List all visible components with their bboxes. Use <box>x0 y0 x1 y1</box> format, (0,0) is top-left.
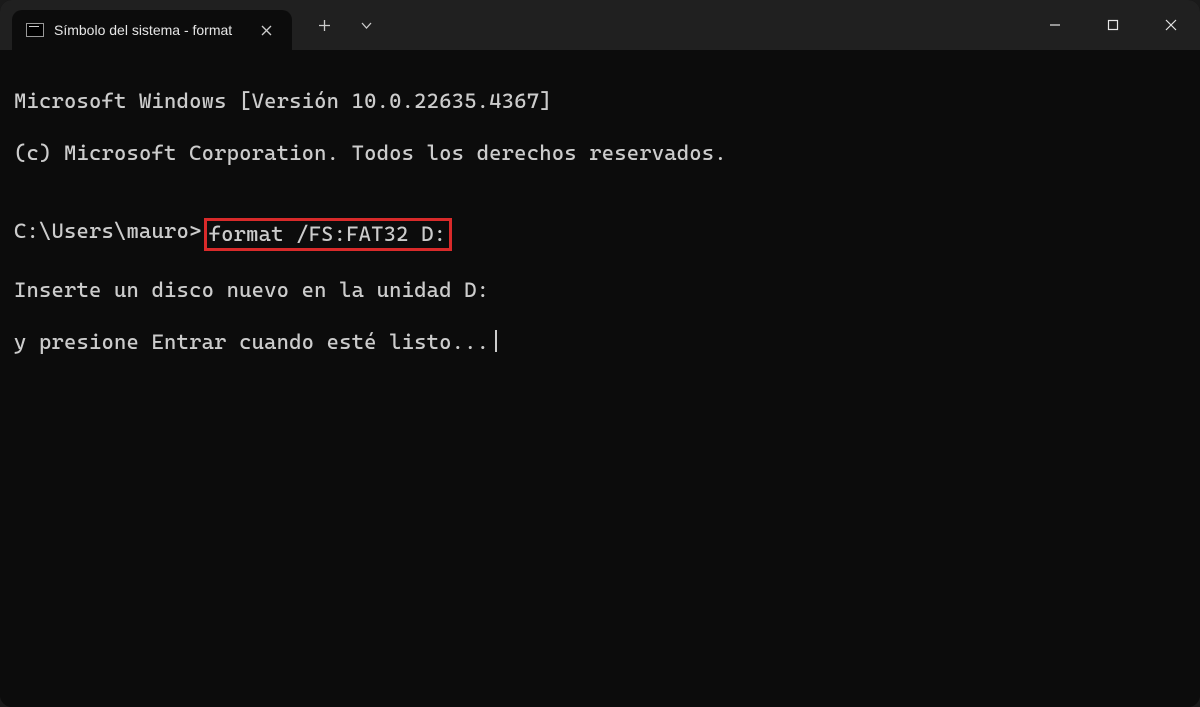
output-line: Inserte un disco nuevo en la unidad D: <box>14 277 1186 303</box>
output-line: y presione Entrar cuando esté listo... <box>14 329 1186 355</box>
cmd-icon <box>26 23 44 37</box>
close-icon <box>1165 19 1177 31</box>
titlebar[interactable]: Símbolo del sistema - format <box>0 0 1200 50</box>
window-controls <box>1026 0 1200 50</box>
command-text: format /FS:FAT32 D: <box>209 222 447 246</box>
minimize-button[interactable] <box>1026 0 1084 50</box>
output-text: y presione Entrar cuando esté listo... <box>14 330 489 354</box>
terminal-window: Símbolo del sistema - format <box>0 0 1200 707</box>
maximize-icon <box>1107 19 1119 31</box>
output-line: Microsoft Windows [Versión 10.0.22635.43… <box>14 88 1186 114</box>
terminal-output[interactable]: Microsoft Windows [Versión 10.0.22635.43… <box>0 50 1200 707</box>
close-window-button[interactable] <box>1142 0 1200 50</box>
maximize-button[interactable] <box>1084 0 1142 50</box>
new-tab-button[interactable] <box>310 11 338 39</box>
cursor <box>495 330 497 352</box>
output-line: (c) Microsoft Corporation. Todos los der… <box>14 140 1186 166</box>
plus-icon <box>318 19 331 32</box>
prompt-text: C:\Users\mauro> <box>14 218 202 244</box>
prompt-line: C:\Users\mauro> format /FS:FAT32 D: <box>14 218 1186 251</box>
tab-title: Símbolo del sistema - format <box>54 22 244 38</box>
minimize-icon <box>1049 19 1061 31</box>
close-icon <box>261 25 272 36</box>
tabbar-actions <box>310 11 380 39</box>
tab-dropdown-button[interactable] <box>352 11 380 39</box>
tab-active[interactable]: Símbolo del sistema - format <box>12 10 292 50</box>
tab-close-button[interactable] <box>254 18 278 42</box>
command-highlight: format /FS:FAT32 D: <box>204 218 453 251</box>
chevron-down-icon <box>360 19 373 32</box>
